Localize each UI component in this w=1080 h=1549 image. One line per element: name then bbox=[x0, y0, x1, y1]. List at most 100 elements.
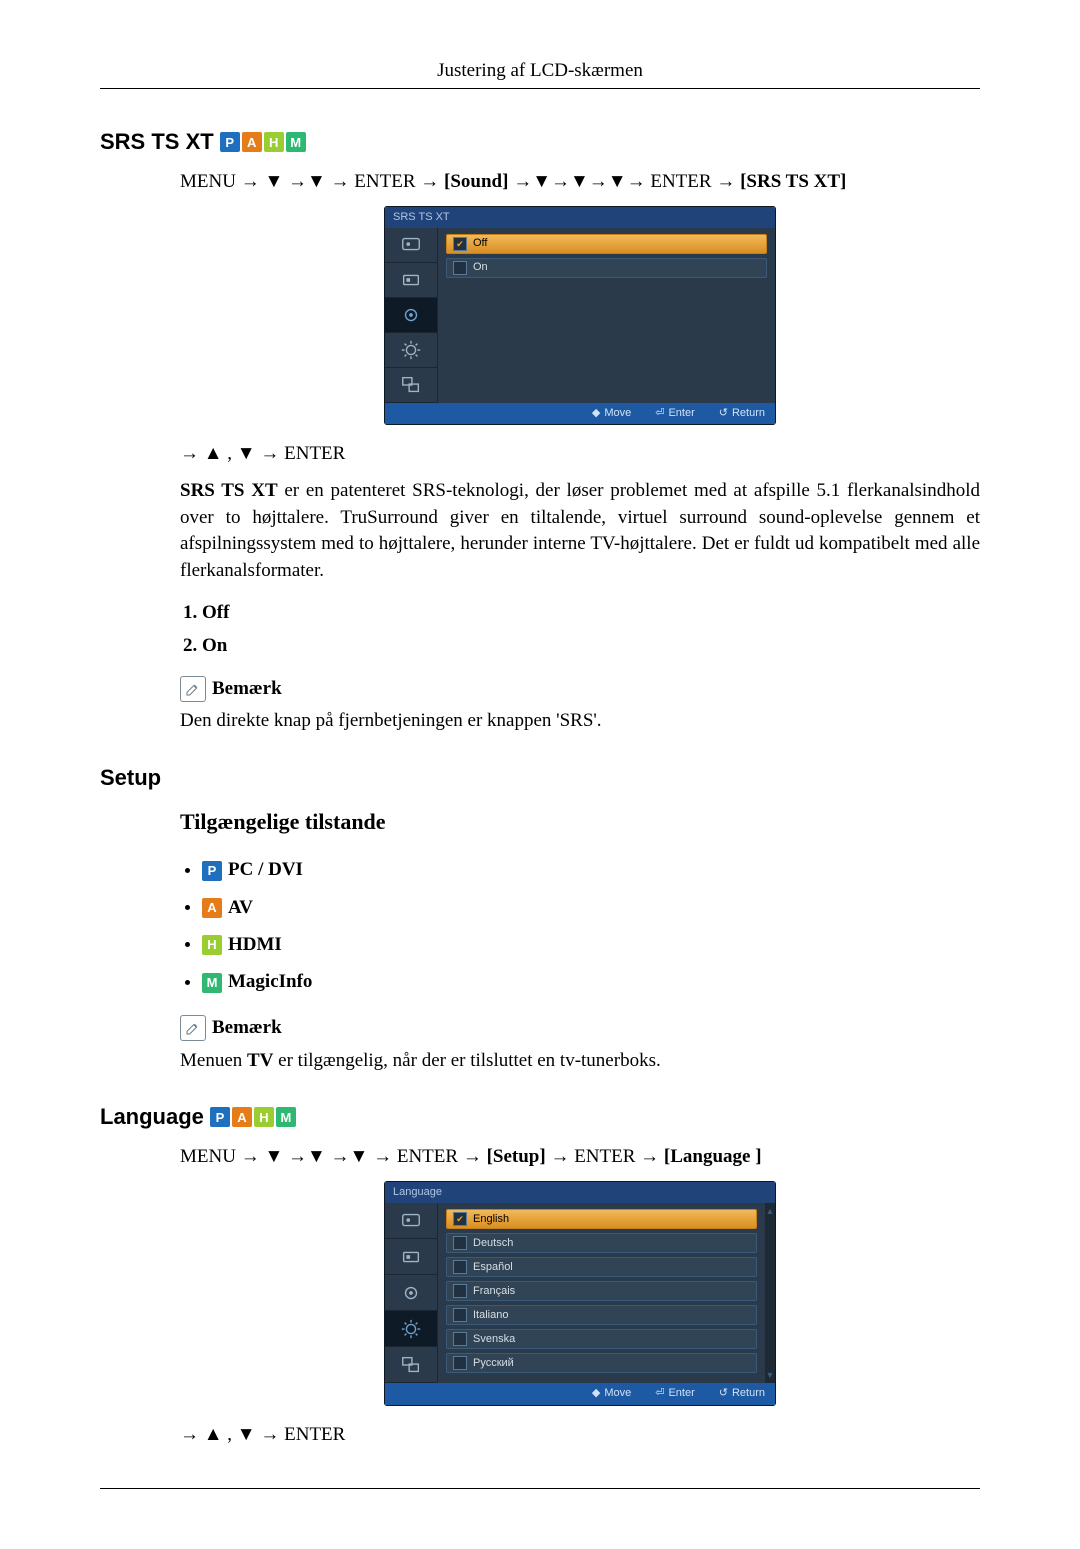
srs-nav-after: → ▲ , ▼ → ENTER bbox=[180, 441, 980, 468]
mode-badge-icon: M bbox=[202, 973, 222, 993]
osd-sidebar bbox=[385, 1203, 438, 1383]
osd-hint-move: ◆ Move bbox=[592, 1386, 631, 1401]
path-text: MENU → ▼ →▼ →▼ → ENTER → bbox=[180, 1146, 487, 1167]
path-text: → ENTER → bbox=[546, 1146, 664, 1167]
path-target: [Language ] bbox=[664, 1146, 762, 1167]
osd-srs-wrap: SRS TS XT ✔ Off On ◆ Move ⏎ Enter ↺ Return bbox=[180, 206, 980, 426]
note-post: er tilgængelig, når der er tilsluttet en… bbox=[273, 1050, 660, 1071]
mode-label: HDMI bbox=[228, 932, 282, 959]
srs-description: SRS TS XT er en patenteret SRS-teknologi… bbox=[180, 478, 980, 584]
scroll-up-icon[interactable]: ▲ bbox=[766, 1205, 775, 1218]
scroll-down-icon[interactable]: ▼ bbox=[766, 1369, 775, 1382]
mode-badge-icon: A bbox=[202, 898, 222, 918]
osd-option-label: Svenska bbox=[473, 1332, 515, 1347]
osd-language: Language ✔EnglishDeutschEspañolFrançaisI… bbox=[384, 1181, 776, 1406]
pencil-note-icon bbox=[180, 676, 206, 702]
osd-tab-multi-icon[interactable] bbox=[385, 1347, 437, 1383]
heading-language: Language P A H M bbox=[100, 1104, 980, 1130]
modes-list: P PC / DVIA AVH HDMIM MagicInfo bbox=[180, 857, 980, 997]
srs-desc-lead: SRS TS XT bbox=[180, 480, 278, 501]
osd-option[interactable]: Français bbox=[446, 1281, 757, 1301]
mode-label: AV bbox=[228, 895, 253, 922]
running-header: Justering af LCD-skærmen bbox=[100, 60, 980, 82]
checkbox-icon bbox=[453, 1260, 467, 1274]
osd-hint-return: ↺ Return bbox=[719, 406, 765, 421]
list-item: H HDMI bbox=[202, 931, 980, 958]
checkbox-icon bbox=[453, 1284, 467, 1298]
osd-list: ✔ English Deutsch Español Français Italiano Sv… bbox=[438, 1203, 765, 1383]
osd-option[interactable]: On bbox=[446, 258, 767, 278]
osd-tab-setup-icon[interactable] bbox=[385, 333, 437, 368]
osd-tab-sound-icon[interactable] bbox=[385, 298, 437, 333]
srs-note-text: Den direkte knap på fjernbetjeningen er … bbox=[180, 708, 980, 735]
osd-body: ✔ English Deutsch Español Français Italiano Sv… bbox=[385, 1203, 775, 1383]
osd-option[interactable]: Deutsch bbox=[446, 1233, 757, 1253]
checkbox-icon bbox=[453, 1308, 467, 1322]
osd-footer: ◆ Move ⏎ Enter ↺ Return bbox=[385, 403, 775, 424]
osd-title: SRS TS XT bbox=[385, 207, 775, 228]
badge-m-icon: M bbox=[276, 1107, 296, 1127]
osd-option[interactable]: ✔ English bbox=[446, 1209, 757, 1229]
heading-srs: SRS TS XT P A H M bbox=[100, 129, 980, 155]
mode-badges-language: P A H M bbox=[210, 1107, 296, 1127]
srs-options-list: OffOn bbox=[180, 600, 980, 659]
list-item: A AV bbox=[202, 894, 980, 921]
path-sound: [Sound] bbox=[444, 171, 508, 192]
mode-badges-srs: P A H M bbox=[220, 132, 306, 152]
osd-option-label: On bbox=[473, 260, 488, 275]
osd-tab-multi-icon[interactable] bbox=[385, 368, 437, 403]
path-setup: [Setup] bbox=[487, 1146, 546, 1167]
osd-option[interactable]: Español bbox=[446, 1257, 757, 1277]
note-label: Bemærk bbox=[212, 1015, 282, 1042]
osd-sidebar bbox=[385, 228, 438, 403]
srs-menu-path: MENU → ▼ →▼ → ENTER → [Sound] →▼→▼→▼→ EN… bbox=[180, 169, 980, 196]
osd-srs: SRS TS XT ✔ Off On ◆ Move ⏎ Enter ↺ Return bbox=[384, 206, 776, 426]
language-menu-path: MENU → ▼ →▼ →▼ → ENTER → [Setup] → ENTER… bbox=[180, 1144, 980, 1171]
rule-bottom bbox=[100, 1488, 980, 1489]
checkbox-icon bbox=[453, 1332, 467, 1346]
mode-badge-icon: H bbox=[202, 935, 222, 955]
osd-scrollbar[interactable]: ▲ ▼ bbox=[765, 1203, 775, 1383]
osd-footer: ◆ Move ⏎ Enter ↺ Return bbox=[385, 1383, 775, 1404]
osd-tab-setup-icon[interactable] bbox=[385, 1311, 437, 1347]
srs-body: MENU → ▼ →▼ → ENTER → [Sound] →▼→▼→▼→ EN… bbox=[180, 169, 980, 735]
osd-option[interactable]: ✔ Off bbox=[446, 234, 767, 254]
osd-body: ✔ Off On bbox=[385, 228, 775, 403]
osd-language-wrap: Language ✔EnglishDeutschEspañolFrançaisI… bbox=[180, 1181, 980, 1406]
osd-tab-sound-icon[interactable] bbox=[385, 1275, 437, 1311]
osd-option[interactable]: Русский bbox=[446, 1353, 757, 1373]
osd-hint-enter: ⏎ Enter bbox=[655, 406, 695, 421]
page: Justering af LCD-skærmen SRS TS XT P A H… bbox=[0, 0, 1080, 1549]
osd-tab-picture-icon[interactable] bbox=[385, 228, 437, 263]
checkbox-icon bbox=[453, 1356, 467, 1370]
osd-tab-picture-icon[interactable] bbox=[385, 1203, 437, 1239]
osd-option-label: Français bbox=[473, 1284, 515, 1299]
osd-option[interactable]: Svenska bbox=[446, 1329, 757, 1349]
srs-desc-body: er en patenteret SRS-teknologi, der løse… bbox=[180, 480, 980, 581]
badge-p-icon: P bbox=[220, 132, 240, 152]
note-label: Bemærk bbox=[212, 676, 282, 703]
language-body: MENU → ▼ →▼ →▼ → ENTER → [Setup] → ENTER… bbox=[180, 1144, 980, 1448]
badge-h-icon: H bbox=[264, 132, 284, 152]
badge-h-icon: H bbox=[254, 1107, 274, 1127]
badge-a-icon: A bbox=[242, 132, 262, 152]
note-row: Bemærk bbox=[180, 676, 980, 703]
osd-option[interactable]: Italiano bbox=[446, 1305, 757, 1325]
osd-tab-input-icon[interactable] bbox=[385, 263, 437, 298]
heading-setup: Setup bbox=[100, 765, 980, 791]
checkbox-icon: ✔ bbox=[453, 1212, 467, 1226]
language-nav-after: → ▲ , ▼ → ENTER bbox=[180, 1422, 980, 1449]
checkbox-icon bbox=[453, 1236, 467, 1250]
osd-option-label: English bbox=[473, 1212, 509, 1227]
checkbox-icon: ✔ bbox=[453, 237, 467, 251]
osd-tab-input-icon[interactable] bbox=[385, 1239, 437, 1275]
heading-srs-text: SRS TS XT bbox=[100, 129, 214, 155]
osd-hint-return: ↺ Return bbox=[719, 1386, 765, 1401]
osd-hint-enter: ⏎ Enter bbox=[655, 1386, 695, 1401]
note-pre: Menuen bbox=[180, 1050, 247, 1071]
path-text: MENU → ▼ →▼ → ENTER → bbox=[180, 171, 444, 192]
osd-list: ✔ Off On bbox=[438, 228, 775, 403]
badge-a-icon: A bbox=[232, 1107, 252, 1127]
mode-label: PC / DVI bbox=[228, 857, 303, 884]
osd-option-label: Off bbox=[473, 236, 487, 251]
